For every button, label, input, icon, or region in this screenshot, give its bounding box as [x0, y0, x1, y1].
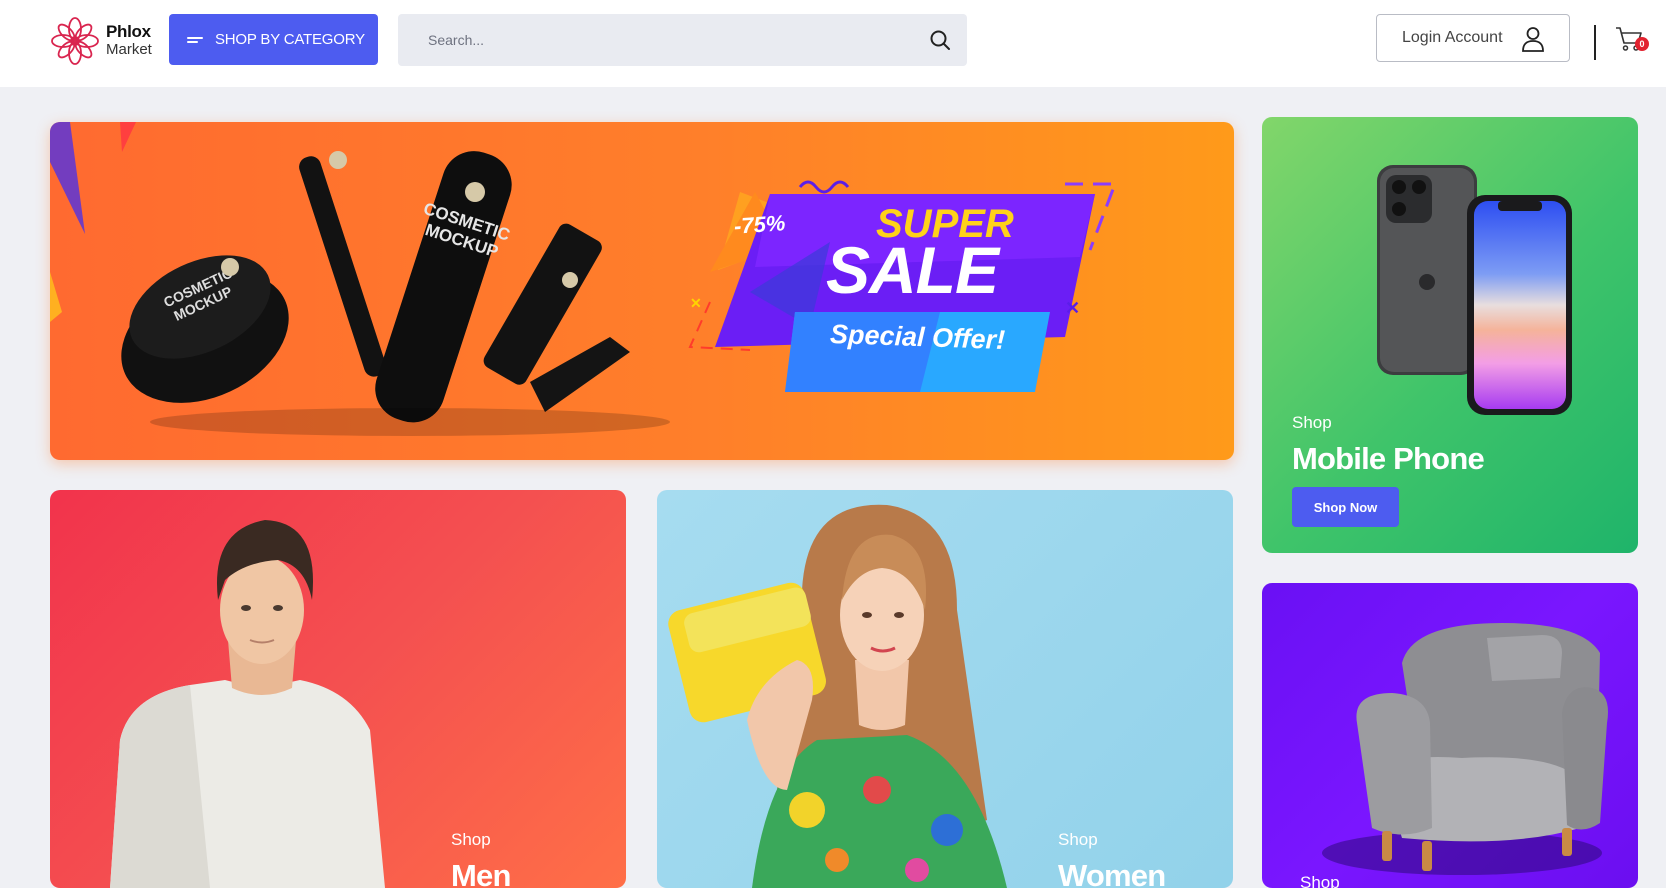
armchair-image — [1322, 623, 1608, 875]
men-category-card[interactable]: Shop Men — [50, 490, 626, 888]
men-shop-label: Shop — [451, 830, 491, 849]
cosmetic-jar-image: COSMETIC MOCKUP — [121, 255, 289, 403]
woman-model-image — [668, 504, 1007, 888]
svg-text:✕: ✕ — [1065, 298, 1080, 318]
shampoo-bottle-image: COSMETIC MOCKUP — [375, 151, 512, 423]
mobile-phone-card[interactable]: Shop Mobile Phone Shop Now — [1262, 117, 1638, 553]
svg-text:✕: ✕ — [690, 295, 702, 311]
furniture-category-card[interactable]: Shop — [1262, 583, 1638, 888]
logo-sub: Market — [106, 41, 152, 58]
shop-by-category-button[interactable]: SHOP BY CATEGORY — [169, 14, 378, 65]
super-sale-banner[interactable]: COSMETIC MOCKUP COSMETIC MOCKUP ✕ ✕ -75%… — [50, 122, 1234, 460]
search-icon[interactable] — [929, 29, 951, 51]
discount-label: -75% — [733, 210, 787, 239]
furniture-shop-label: Shop — [1300, 873, 1340, 888]
comb-image — [299, 151, 386, 377]
headline-sale: SALE — [826, 233, 999, 307]
header-divider — [1594, 25, 1596, 60]
men-title: Men — [451, 858, 511, 888]
special-offer-label: Special Offer! — [829, 318, 1006, 356]
user-icon — [1522, 27, 1544, 52]
category-button-label: SHOP BY CATEGORY — [215, 31, 365, 48]
logo-name: Phlox — [106, 22, 151, 41]
login-label: Login Account — [1402, 29, 1503, 46]
women-shop-label: Shop — [1058, 830, 1098, 849]
mobile-shop-now-button[interactable]: Shop Now — [1292, 487, 1399, 527]
search-bar — [398, 14, 967, 66]
women-category-card[interactable]: Shop Women — [657, 490, 1233, 888]
logo[interactable]: Phlox Market — [50, 16, 160, 66]
cart-button[interactable]: 0 — [1615, 25, 1651, 55]
man-model-image — [110, 520, 385, 888]
login-account-button[interactable]: Login Account — [1376, 14, 1570, 62]
mobile-shop-label: Shop — [1292, 413, 1332, 432]
site-header: Phlox Market SHOP BY CATEGORY Login Acco… — [0, 0, 1666, 87]
cart-count-badge: 0 — [1635, 37, 1649, 51]
menu-icon — [187, 35, 203, 45]
mobile-title: Mobile Phone — [1292, 441, 1485, 476]
search-input[interactable] — [398, 14, 918, 66]
promo-artwork: COSMETIC MOCKUP COSMETIC MOCKUP ✕ ✕ — [50, 122, 1118, 436]
flower-logo-icon — [51, 17, 99, 65]
women-title: Women — [1058, 858, 1166, 888]
